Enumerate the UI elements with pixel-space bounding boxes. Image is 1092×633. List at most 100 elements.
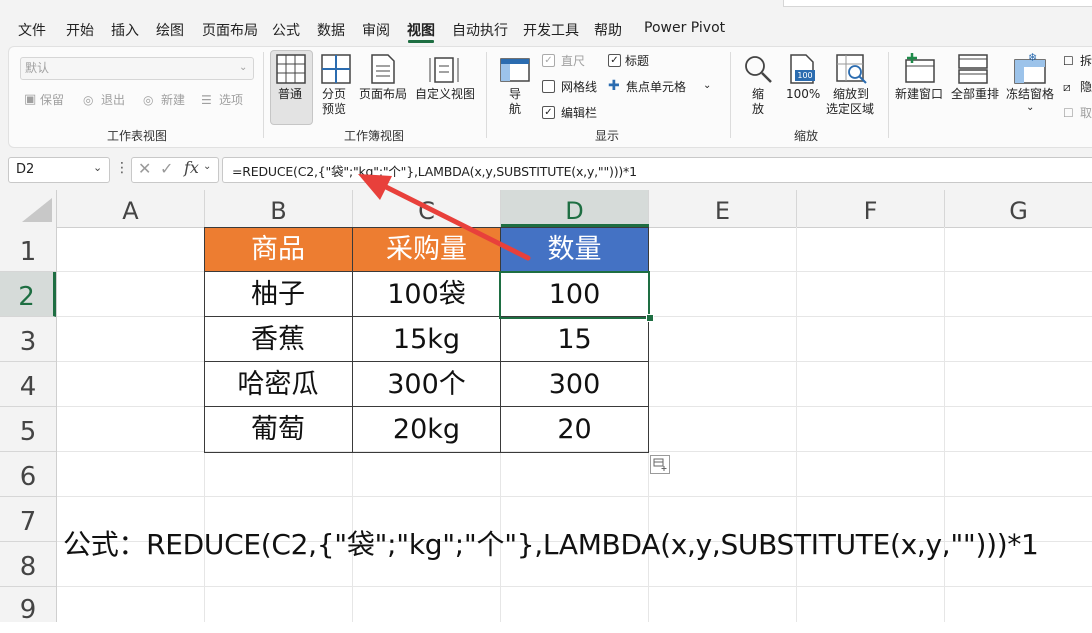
zoom-magnifier-icon[interactable] bbox=[743, 54, 773, 84]
table-cell[interactable]: 20 bbox=[501, 407, 649, 453]
annotation-arrow-icon bbox=[358, 174, 531, 261]
quick-analysis-icon[interactable] bbox=[650, 455, 670, 474]
custom-views-icon[interactable] bbox=[429, 54, 459, 84]
show-group-label: 显示 bbox=[595, 129, 620, 143]
column-header-B[interactable]: B bbox=[205, 190, 353, 227]
zoom-selection-label-1: 缩放到 bbox=[833, 87, 870, 101]
table-cell[interactable]: 哈密瓜 bbox=[204, 362, 353, 407]
page-break-label-2: 预览 bbox=[322, 102, 347, 116]
ruler-label: 直尺 bbox=[561, 54, 586, 68]
row-header-2[interactable]: 2 bbox=[0, 272, 56, 317]
name-box-chevron-down-icon[interactable]: ⌄ bbox=[93, 161, 102, 174]
zoom-100-icon[interactable]: 100 bbox=[790, 54, 815, 84]
more-options-icon[interactable]: ⋮ bbox=[115, 160, 129, 176]
split-icon: ☐ bbox=[1063, 54, 1074, 68]
formula-bar-label: 编辑栏 bbox=[561, 106, 598, 120]
table-cell[interactable]: 柚子 bbox=[204, 272, 353, 317]
tab-help[interactable]: 帮助 bbox=[594, 20, 622, 40]
arrange-all-icon[interactable] bbox=[958, 54, 988, 84]
focus-cell-icon: ✚ bbox=[608, 78, 620, 94]
freeze-panes-icon[interactable]: ❄ bbox=[1014, 52, 1046, 84]
row-header-5[interactable]: 5 bbox=[0, 407, 56, 452]
tab-view[interactable]: 视图 bbox=[407, 20, 435, 40]
insert-function-icon[interactable]: fx bbox=[184, 158, 199, 177]
normal-view-label: 普通 bbox=[278, 87, 303, 101]
active-cell-outline bbox=[499, 271, 650, 319]
tab-power-pivot[interactable]: Power Pivot bbox=[644, 20, 725, 36]
tab-file[interactable]: 文件 bbox=[18, 20, 46, 40]
tab-automate[interactable]: 自动执行 bbox=[452, 20, 508, 40]
focus-cell-button[interactable]: 焦点单元格 bbox=[626, 80, 686, 94]
table-cell[interactable]: 300个 bbox=[353, 362, 501, 407]
tab-formulas[interactable]: 公式 bbox=[272, 20, 300, 40]
navigation-pane-icon[interactable] bbox=[500, 58, 530, 82]
svg-text:❄: ❄ bbox=[1028, 52, 1037, 64]
page-break-preview-icon[interactable] bbox=[321, 54, 351, 84]
table-cell[interactable]: 香蕉 bbox=[204, 317, 353, 362]
ruler-checkbox[interactable]: ✓ bbox=[542, 54, 555, 67]
navigation-label-1: 导 bbox=[509, 87, 522, 101]
page-layout-icon[interactable] bbox=[370, 54, 396, 84]
search-box-edge[interactable] bbox=[783, 0, 1092, 7]
exit-button[interactable]: 退出 bbox=[101, 93, 125, 107]
new-window-label: 新建窗口 bbox=[895, 87, 944, 101]
formula-bar-checkbox[interactable]: ✓ bbox=[542, 106, 555, 119]
tab-page-layout[interactable]: 页面布局 bbox=[202, 20, 258, 40]
row-header-1[interactable]: 1 bbox=[0, 227, 56, 272]
workbook-views-group-label: 工作簿视图 bbox=[344, 129, 405, 143]
table-cell[interactable]: 葡萄 bbox=[204, 407, 353, 453]
view-options-button[interactable]: 选项 bbox=[219, 93, 243, 107]
gridlines-checkbox[interactable] bbox=[542, 80, 555, 93]
table-cell[interactable]: 15kg bbox=[353, 317, 501, 362]
row-header-9[interactable]: 9 bbox=[0, 587, 56, 625]
header-cell-product[interactable]: 商品 bbox=[204, 227, 353, 272]
tab-insert[interactable]: 插入 bbox=[111, 20, 139, 40]
arrange-all-label: 全部重排 bbox=[951, 87, 1000, 101]
tab-draw[interactable]: 绘图 bbox=[156, 20, 184, 40]
focus-cell-chevron-down-icon[interactable]: ⌄ bbox=[703, 79, 711, 93]
eye-icon: ◎ bbox=[83, 93, 94, 107]
row-header-7[interactable]: 7 bbox=[0, 497, 56, 542]
table-cell[interactable]: 300 bbox=[501, 362, 649, 407]
hide-button[interactable]: 隐 bbox=[1080, 80, 1092, 94]
split-button[interactable]: 拆 bbox=[1080, 54, 1092, 68]
column-header-G[interactable]: G bbox=[945, 190, 1092, 227]
tab-data[interactable]: 数据 bbox=[317, 20, 345, 40]
sheet-view-dropdown[interactable] bbox=[20, 57, 254, 80]
headings-label: 标题 bbox=[625, 54, 650, 68]
grid-line bbox=[57, 496, 1092, 497]
group-divider bbox=[263, 52, 264, 138]
freeze-chevron-down-icon[interactable]: ⌄ bbox=[1026, 101, 1034, 115]
select-all-triangle-icon bbox=[22, 198, 52, 222]
page-break-label-1: 分页 bbox=[322, 87, 347, 101]
function-chevron-down-icon[interactable]: ⌄ bbox=[203, 161, 211, 172]
table-cell[interactable]: 15 bbox=[501, 317, 649, 362]
tab-developer[interactable]: 开发工具 bbox=[523, 20, 579, 40]
tab-review[interactable]: 审阅 bbox=[362, 20, 390, 40]
new-view-button[interactable]: 新建 bbox=[161, 93, 185, 107]
table-cell[interactable]: 20kg bbox=[353, 407, 501, 453]
custom-views-label: 自定义视图 bbox=[415, 87, 476, 101]
column-header-A[interactable]: A bbox=[57, 190, 205, 227]
table-cell[interactable]: 100袋 bbox=[353, 272, 501, 317]
hide-icon: ⧄ bbox=[1063, 80, 1071, 94]
new-window-icon[interactable] bbox=[903, 52, 935, 84]
fill-handle[interactable] bbox=[646, 314, 654, 322]
unhide-button[interactable]: 取 bbox=[1080, 106, 1092, 120]
row-header-4[interactable]: 4 bbox=[0, 362, 56, 407]
keep-button[interactable]: 保留 bbox=[40, 93, 64, 107]
confirm-icon[interactable]: ✓ bbox=[160, 159, 173, 178]
sheet-view-dropdown-value: 默认 bbox=[25, 61, 50, 75]
group-divider bbox=[730, 52, 731, 138]
column-header-F[interactable]: F bbox=[797, 190, 945, 227]
row-header-3[interactable]: 3 bbox=[0, 317, 56, 362]
tab-home[interactable]: 开始 bbox=[66, 20, 94, 40]
row-header-6[interactable]: 6 bbox=[0, 452, 56, 497]
freeze-panes-label: 冻结窗格 bbox=[1006, 87, 1055, 101]
column-header-E[interactable]: E bbox=[649, 190, 797, 227]
group-divider bbox=[486, 52, 487, 138]
row-header-8[interactable]: 8 bbox=[0, 542, 56, 587]
cancel-icon[interactable]: ✕ bbox=[138, 159, 151, 178]
headings-checkbox[interactable]: ✓ bbox=[608, 54, 621, 67]
zoom-to-selection-icon[interactable] bbox=[836, 54, 868, 84]
